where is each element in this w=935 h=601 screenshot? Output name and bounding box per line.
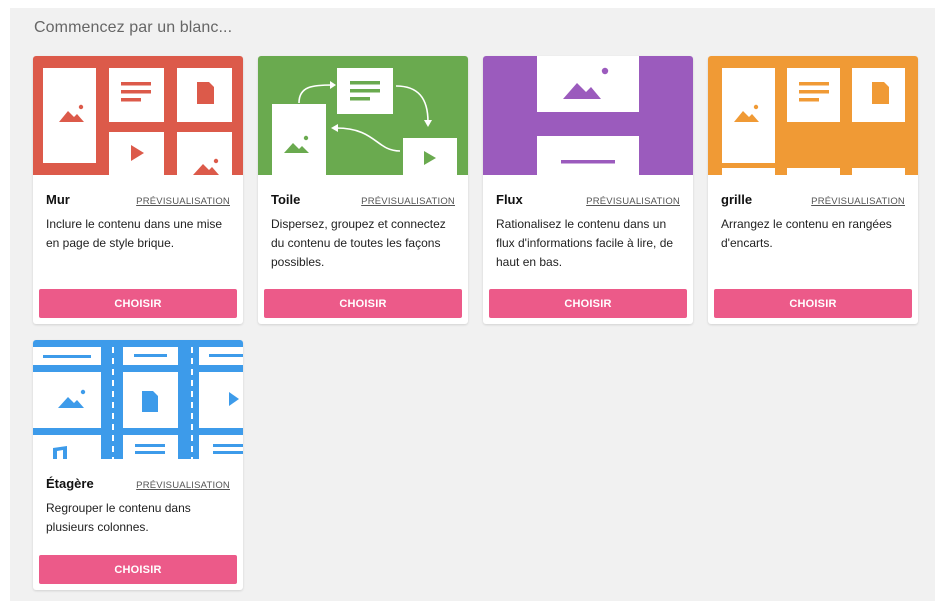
card-description: Regrouper le contenu dans plusieurs colo…	[46, 501, 191, 534]
layout-card-grille: grille PRÉVISUALISATION Arrangez le cont…	[708, 56, 918, 324]
choose-button[interactable]: CHOISIR	[489, 289, 687, 318]
choose-button[interactable]: CHOISIR	[264, 289, 462, 318]
choose-button[interactable]: CHOISIR	[714, 289, 912, 318]
layout-card-flux: Flux PRÉVISUALISATION Rationalisez le co…	[483, 56, 693, 324]
card-title: Toile	[271, 192, 301, 207]
etagere-thumbnail	[33, 340, 243, 459]
choose-button[interactable]: CHOISIR	[39, 289, 237, 318]
card-description: Inclure le contenu dans une mise en page…	[46, 217, 223, 250]
preview-link[interactable]: PRÉVISUALISATION	[136, 196, 230, 207]
toile-thumbnail	[258, 56, 468, 175]
layout-picker-panel: Commencez par un blanc... Mur PRÉVISUALI…	[10, 8, 935, 601]
layout-card-mur: Mur PRÉVISUALISATION Inclure le contenu …	[33, 56, 243, 324]
card-title: Étagère	[46, 476, 94, 491]
preview-link[interactable]: PRÉVISUALISATION	[586, 196, 680, 207]
card-description: Arrangez le contenu en rangées d'encarts…	[721, 217, 892, 250]
choose-button[interactable]: CHOISIR	[39, 555, 237, 584]
flux-thumbnail	[483, 56, 693, 175]
layout-card-etagere: Étagère PRÉVISUALISATION Regrouper le co…	[33, 340, 243, 590]
card-title: Flux	[496, 192, 523, 207]
card-description: Rationalisez le contenu dans un flux d'i…	[496, 217, 674, 269]
card-title: grille	[721, 192, 753, 207]
mur-thumbnail	[33, 56, 243, 175]
section-heading: Commencez par un blanc...	[34, 19, 233, 36]
preview-link[interactable]: PRÉVISUALISATION	[361, 196, 455, 207]
card-title: Mur	[46, 192, 70, 207]
layout-card-toile: Toile PRÉVISUALISATION Dispersez, groupe…	[258, 56, 468, 324]
grille-thumbnail	[708, 56, 918, 175]
preview-link[interactable]: PRÉVISUALISATION	[811, 196, 905, 207]
card-description: Dispersez, groupez et connectez du conte…	[271, 217, 446, 269]
preview-link[interactable]: PRÉVISUALISATION	[136, 480, 230, 491]
